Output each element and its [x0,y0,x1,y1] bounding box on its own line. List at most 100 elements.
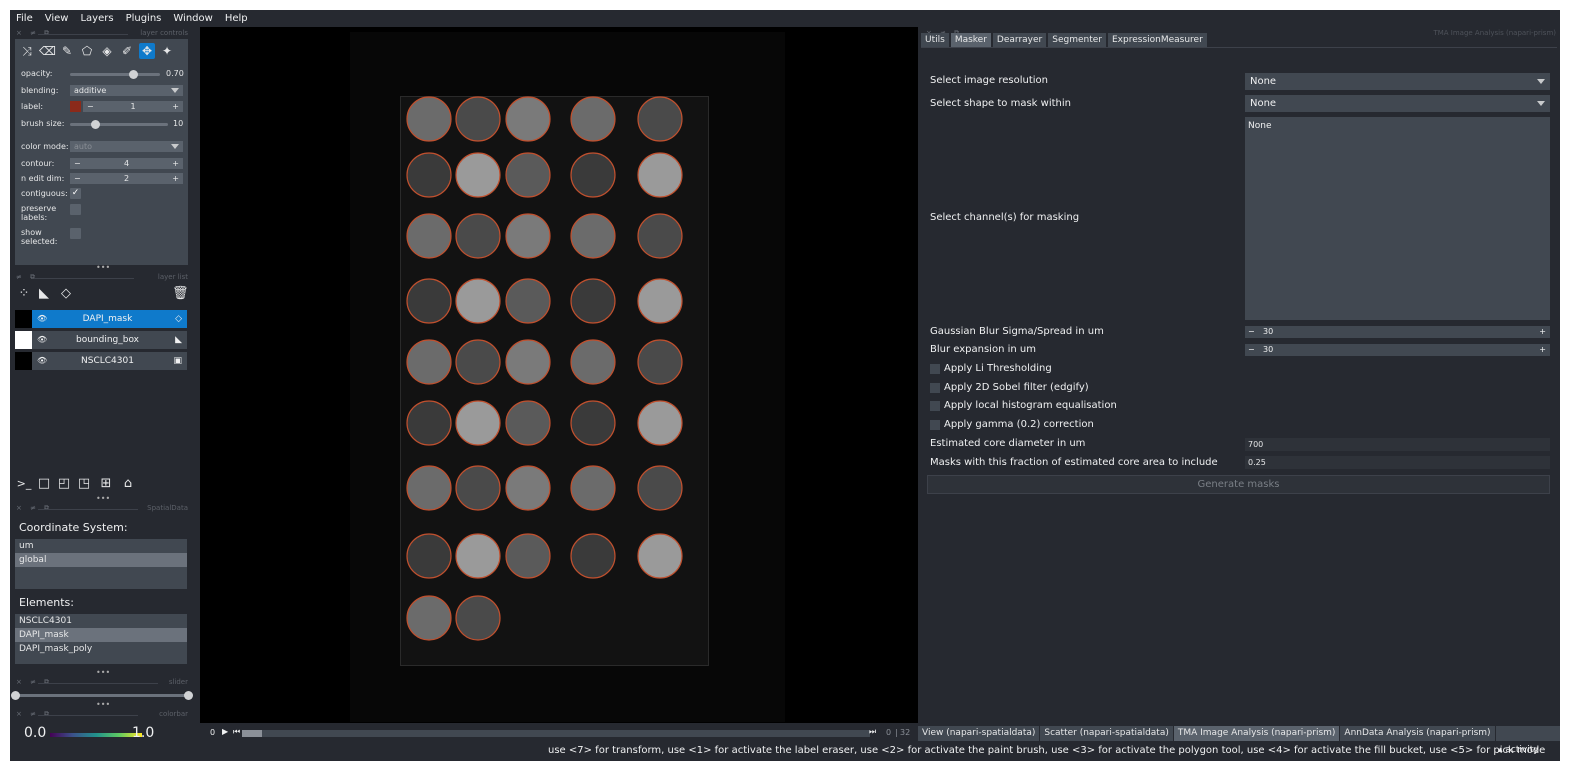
activity-button[interactable]: ▴ activity [1498,745,1539,755]
viewer-canvas[interactable]: ⋮ [200,27,925,723]
new-labels-layer-icon[interactable]: ◇ [58,286,74,302]
splitter-handle[interactable]: ••• [96,494,110,503]
opacity-slider-handle[interactable] [129,70,138,79]
tab-dearrayer[interactable]: Dearrayer [992,33,1047,47]
console-icon[interactable]: >_ [16,476,32,492]
hist-eq-label: Apply local histogram equalisation [944,400,1117,411]
opacity-slider[interactable] [70,73,160,76]
element-item-dapi-mask[interactable]: DAPI_mask [15,628,187,642]
menu-window[interactable]: Window [167,13,218,24]
resolution-select[interactable]: None [1245,73,1550,90]
tissue-core [570,213,616,259]
li-threshold-checkbox[interactable] [930,364,940,374]
core-diameter-input[interactable]: 700 [1245,438,1550,451]
new-shapes-layer-icon[interactable]: ◣ [36,286,52,302]
decrement-icon[interactable]: − [1248,326,1255,338]
eye-icon[interactable]: 👁 [37,352,47,370]
increment-icon[interactable]: + [172,158,179,169]
channel-item-none[interactable]: None [1248,121,1547,131]
gamma-checkbox[interactable] [930,420,940,430]
tissue-core [455,595,501,641]
splitter-handle[interactable]: ••• [96,668,110,677]
color-mode-label: color mode: [21,142,69,151]
menu-view[interactable]: View [39,13,75,24]
tab-segmenter[interactable]: Segmenter [1048,33,1106,47]
show-selected-checkbox[interactable] [70,228,81,239]
grid-icon[interactable]: ⊞ [98,476,114,492]
eye-icon[interactable]: 👁 [37,331,47,349]
contour-spinbox[interactable]: −4 + [70,158,183,169]
generate-masks-button[interactable]: Generate masks [927,475,1550,494]
image-icon: ▣ [173,356,182,366]
tissue-core [406,152,452,198]
home-icon[interactable]: ⌂ [120,476,136,492]
range-slider-min-handle[interactable] [11,691,20,700]
menu-plugins[interactable]: Plugins [120,13,168,24]
decrement-icon[interactable]: − [1248,344,1255,356]
contiguous-checkbox[interactable]: ✓ [70,188,81,199]
label-spinbox[interactable]: −1 + [83,101,183,112]
blur-expansion-spinbox[interactable]: −30 + [1245,344,1550,356]
layer-row-nsclc4301[interactable]: 👁 NSCLC4301 ▣ [15,352,187,370]
splitter-handle[interactable]: ••• [96,700,110,709]
n-edit-dim-spinbox[interactable]: −2 + [70,173,183,184]
menu-file[interactable]: File [10,13,39,24]
sobel-checkbox[interactable] [930,383,940,393]
blending-select[interactable]: additive [70,85,183,96]
roll-axes-icon[interactable]: ◰ [56,476,72,492]
tissue-core [637,152,683,198]
splitter-handle[interactable]: ••• [96,263,110,272]
eye-icon[interactable]: 👁 [37,310,47,328]
tab-tma-image-analysis[interactable]: TMA Image Analysis (napari-prism) [1173,726,1341,741]
dims-slider-track[interactable] [242,730,870,737]
increment-icon[interactable]: + [1539,326,1546,338]
transform-icon[interactable]: ⤨ [19,43,35,59]
channel-list[interactable]: None [1245,117,1550,320]
layer-row-dapi-mask[interactable]: 👁 DAPI_mask ◇ [15,310,187,328]
range-slider-max-handle[interactable] [184,691,193,700]
tab-masker[interactable]: Masker [950,33,991,47]
range-slider[interactable] [15,694,187,697]
new-points-layer-icon[interactable]: ⁘ [16,286,32,302]
tab-anndata-analysis[interactable]: AnnData Analysis (napari-prism) [1340,726,1496,741]
increment-icon[interactable]: + [172,101,179,112]
menu-layers[interactable]: Layers [74,13,119,24]
tab-scatter-spatialdata[interactable]: Scatter (napari-spatialdata) [1040,726,1174,741]
core-fraction-input[interactable]: 0.25 [1245,456,1550,469]
play-icon[interactable]: ▶ [222,727,228,736]
dims-slider-handle[interactable] [242,730,262,737]
brush-size-slider-handle[interactable] [90,120,100,129]
label-color-swatch[interactable] [70,101,81,112]
increment-icon[interactable]: + [1539,344,1546,356]
shape-select[interactable]: None [1245,95,1550,112]
layer-row-bounding-box[interactable]: 👁 bounding_box ◣ [15,331,187,349]
preserve-labels-checkbox[interactable] [70,204,81,215]
paint-brush-icon[interactable]: ✎ [59,43,75,59]
increment-icon[interactable]: + [172,173,179,184]
brush-size-slider[interactable] [70,123,168,126]
element-item-nsclc4301[interactable]: NSCLC4301 [15,614,187,628]
eraser-icon[interactable]: ⌫ [39,43,56,59]
polygon-icon[interactable]: ⬠ [79,43,95,59]
coord-item-global[interactable]: global [15,553,187,567]
color-mode-select[interactable]: auto [70,141,183,152]
blur-sigma-spinbox[interactable]: −30 + [1245,326,1550,338]
tab-utils[interactable]: Utils [921,33,949,47]
delete-layer-icon[interactable]: 🗑 [172,286,189,302]
coord-item-um[interactable]: um [15,539,187,553]
select-icon[interactable]: ✦ [159,43,175,59]
step-back-icon[interactable]: ⏮ [233,727,240,737]
step-forward-icon[interactable]: ⏭ [869,727,876,737]
menu-help[interactable]: Help [219,13,254,24]
blur-sigma-value: 30 [1263,327,1274,336]
transpose-icon[interactable]: ◳ [76,476,92,492]
pan-zoom-icon[interactable]: ✥ [139,43,155,59]
hist-eq-checkbox[interactable] [930,401,940,411]
fill-bucket-icon[interactable]: ◈ [99,43,115,59]
tab-view-spatialdata[interactable]: View (napari-spatialdata) [918,726,1041,741]
tab-expression-measurer[interactable]: ExpressionMeasurer [1107,33,1207,47]
ndisplay-icon[interactable]: □ [36,476,52,492]
element-item-dapi-mask-poly[interactable]: DAPI_mask_poly [15,642,187,656]
tissue-core [505,278,551,324]
pick-icon[interactable]: ✐ [119,43,135,59]
